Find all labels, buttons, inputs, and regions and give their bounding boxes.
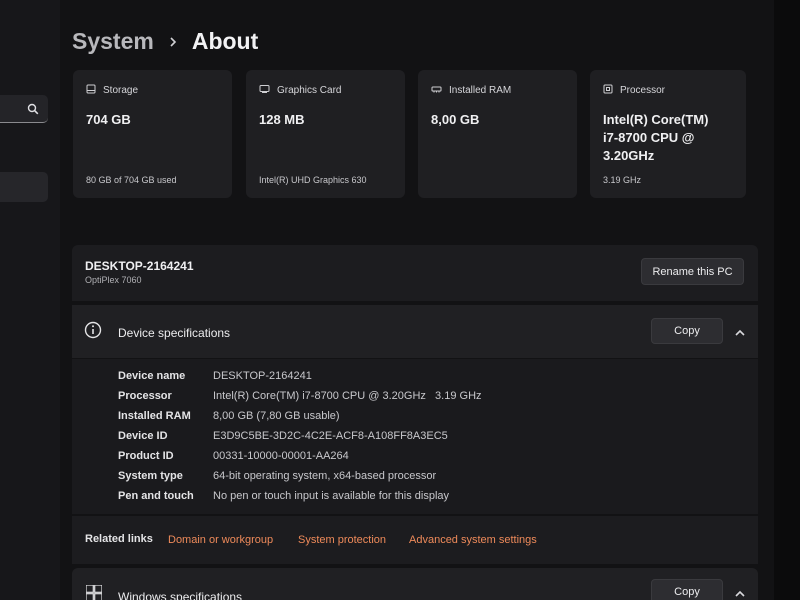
sidebar-item-selected[interactable]	[0, 172, 48, 202]
info-icon	[84, 321, 102, 344]
device-specs-body: Device name DESKTOP-2164241 Processor In…	[72, 359, 758, 514]
link-domain-or-workgroup[interactable]: Domain or workgroup	[168, 534, 273, 546]
pc-name: DESKTOP-2164241	[85, 259, 194, 273]
tile-value: 128 MB	[259, 112, 305, 127]
spec-value: 64-bit operating system, x64-based proce…	[213, 470, 437, 482]
spec-key: Installed RAM	[118, 410, 191, 422]
pc-model: OptiPlex 7060	[85, 275, 142, 285]
spec-row: Installed RAM 8,00 GB (7,80 GB usable)	[118, 410, 340, 422]
spec-value: 00331-10000-00001-AA264	[213, 450, 349, 462]
ram-icon	[431, 84, 449, 97]
spec-value: No pen or touch input is available for t…	[213, 490, 450, 502]
tile-sub: Intel(R) UHD Graphics 630	[259, 175, 367, 185]
tile-label: Processor	[620, 85, 666, 96]
graphics-card-icon	[259, 84, 277, 97]
page-title: About	[191, 28, 259, 54]
spec-value: 8,00 GB (7,80 GB usable)	[213, 410, 340, 422]
breadcrumb-parent[interactable]: System	[72, 28, 154, 55]
spec-key: Device ID	[118, 430, 168, 442]
spec-value: DESKTOP-2164241	[213, 370, 312, 382]
chevron-up-icon[interactable]	[734, 586, 746, 600]
search-icon	[27, 102, 39, 120]
tile-label: Storage	[103, 85, 139, 96]
search-input[interactable]	[0, 95, 48, 123]
spec-key: System type	[118, 470, 183, 482]
spec-key: Device name	[118, 370, 186, 382]
spec-key: Processor	[118, 390, 172, 402]
tile-sub: 3.19 GHz	[603, 175, 642, 185]
spec-value: E3D9C5BE-3D2C-4C2E-ACF8-A108FF8A3EC5	[213, 430, 448, 442]
tile-sub: 80 GB of 704 GB used	[86, 175, 177, 185]
windows-logo-icon	[85, 584, 103, 600]
link-advanced-system-settings[interactable]: Advanced system settings	[409, 534, 537, 546]
spec-row: Product ID 00331-10000-00001-AA264	[118, 450, 349, 462]
tile-value: Intel(R) Core(TM) i7-8700 CPU @ 3.20GHz	[603, 112, 709, 163]
related-links-label: Related links	[85, 533, 153, 545]
breadcrumb: System About	[72, 28, 258, 55]
windows-specs-header[interactable]: Windows specifications Copy	[72, 568, 758, 600]
spec-row: Device name DESKTOP-2164241	[118, 370, 312, 382]
windows-specs-copy-button[interactable]: Copy	[651, 579, 723, 600]
related-links-bar: Related links Domain or workgroup System…	[72, 516, 758, 564]
spec-row: Processor Intel(R) Core(TM) i7-8700 CPU …	[118, 390, 482, 402]
spec-key: Pen and touch	[118, 490, 194, 502]
spec-row: Pen and touch No pen or touch input is a…	[118, 490, 449, 502]
tile-graphics-card[interactable]: Graphics Card 128 MB Intel(R) UHD Graphi…	[246, 70, 405, 198]
tile-value: 8,00 GB	[431, 112, 480, 127]
tile-installed-ram[interactable]: Installed RAM 8,00 GB	[418, 70, 577, 198]
link-system-protection[interactable]: System protection	[298, 534, 386, 546]
sidebar	[0, 0, 60, 600]
rename-pc-button[interactable]: Rename this PC	[641, 258, 744, 285]
pc-name-card: DESKTOP-2164241 OptiPlex 7060 Rename thi…	[72, 245, 758, 301]
tile-value: 704 GB	[86, 112, 131, 127]
device-specs-header[interactable]: Device specifications Copy	[72, 305, 758, 358]
window-edge	[774, 0, 800, 600]
device-specs-title: Device specifications	[118, 326, 231, 340]
spec-row: System type 64-bit operating system, x64…	[118, 470, 436, 482]
processor-icon	[603, 84, 620, 97]
tile-storage[interactable]: Storage 704 GB 80 GB of 704 GB used	[73, 70, 232, 198]
spec-row: Device ID E3D9C5BE-3D2C-4C2E-ACF8-A108FF…	[118, 430, 448, 442]
chevron-up-icon[interactable]	[734, 325, 746, 343]
device-specs-copy-button[interactable]: Copy	[651, 318, 723, 344]
tile-processor[interactable]: Processor Intel(R) Core(TM) i7-8700 CPU …	[590, 70, 746, 198]
spec-value: Intel(R) Core(TM) i7-8700 CPU @ 3.20GHz …	[213, 390, 482, 402]
spec-key: Product ID	[118, 450, 174, 462]
chevron-right-icon	[168, 36, 178, 48]
windows-specs-title: Windows specifications	[118, 590, 243, 600]
tile-label: Installed RAM	[449, 85, 512, 96]
storage-icon	[86, 84, 103, 97]
tile-label: Graphics Card	[277, 85, 342, 96]
